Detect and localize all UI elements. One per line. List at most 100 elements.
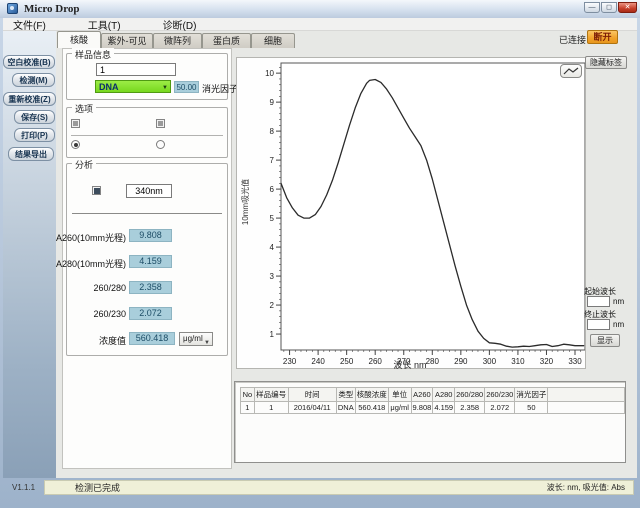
end-wavelength-input[interactable] bbox=[587, 319, 610, 330]
table-cell-0-10: 50 bbox=[515, 402, 548, 414]
window-title: Micro Drop bbox=[24, 3, 80, 15]
table-header-6: A260 bbox=[411, 388, 433, 402]
curve-tool-button[interactable] bbox=[560, 64, 582, 78]
table-cell-0-11 bbox=[548, 402, 625, 414]
sidebar-button-0[interactable]: 空白校准(B) bbox=[3, 55, 55, 69]
analysis-row-value-2: 2.358 bbox=[129, 281, 172, 294]
sample-id-input[interactable] bbox=[96, 63, 176, 76]
results-table[interactable]: No样品编号时间类型核酸浓度单位A260A280260/280260/230消光… bbox=[240, 387, 625, 414]
radio-dot-icon bbox=[74, 143, 78, 147]
sample-type-value: DNA bbox=[99, 82, 119, 92]
unit-value: μg/ml bbox=[183, 334, 203, 343]
results-table-panel: No样品编号时间类型核酸浓度单位A260A280260/280260/230消光… bbox=[234, 381, 626, 463]
table-header-2: 时间 bbox=[288, 388, 336, 402]
sidebar-button-5[interactable]: 结果导出 bbox=[8, 147, 54, 161]
sidebar-button-2[interactable]: 重新校准(Z) bbox=[3, 92, 56, 106]
svg-text:5: 5 bbox=[270, 214, 275, 223]
spectrum-chart: 1234567891023024025026027028029030031032… bbox=[237, 58, 585, 368]
sidebar-button-4[interactable]: 打印(P) bbox=[14, 128, 55, 142]
svg-text:4: 4 bbox=[270, 243, 275, 252]
check-icon bbox=[73, 121, 78, 126]
curve-icon bbox=[561, 65, 581, 77]
ref-wavelength-checkbox[interactable] bbox=[92, 186, 101, 195]
option-radio-1[interactable] bbox=[71, 140, 80, 149]
disconnect-button[interactable]: 断开 bbox=[587, 30, 618, 44]
status-bar: 检测已完成 波长: nm, 吸光值: Abs bbox=[44, 480, 634, 495]
minimize-icon[interactable]: — bbox=[584, 2, 600, 13]
show-button[interactable]: 显示 bbox=[590, 334, 620, 347]
table-header-10: 消光因子 bbox=[515, 388, 548, 402]
version-label: V1.1.1 bbox=[12, 483, 35, 492]
table-header-9: 260/230 bbox=[485, 388, 515, 402]
sample-type-dropdown[interactable]: DNA ▼ bbox=[95, 80, 171, 93]
analysis-divider bbox=[72, 213, 222, 214]
title-bar: Micro Drop — ◻ ✕ bbox=[0, 0, 640, 18]
table-header-1: 样品编号 bbox=[254, 388, 288, 402]
y-axis-label: 10mm吸光值 bbox=[240, 142, 251, 262]
svg-text:7: 7 bbox=[270, 156, 275, 165]
option-checkbox-2[interactable] bbox=[156, 119, 165, 128]
status-message: 检测已完成 bbox=[75, 481, 120, 494]
table-cell-0-5: μg/ml bbox=[388, 402, 411, 414]
sidebar: 空白校准(B) 检测(M) 重新校准(Z) 保存(S) 打印(P) 结果导出 bbox=[3, 31, 56, 478]
menu-item-0[interactable]: 文件(F) bbox=[3, 17, 56, 32]
x-axis-label: 波长 nm bbox=[360, 358, 460, 371]
table-header-7: A280 bbox=[433, 388, 455, 402]
table-header-5: 单位 bbox=[388, 388, 411, 402]
table-cell-0-4: 560.418 bbox=[355, 402, 388, 414]
table-row[interactable]: 112016/04/11DNA560.418μg/ml9.8084.1592.3… bbox=[241, 402, 625, 414]
options-title: 选项 bbox=[72, 102, 96, 115]
analysis-row-label-2: 260/280 bbox=[38, 283, 126, 293]
table-cell-0-9: 2.072 bbox=[485, 402, 515, 414]
close-icon[interactable]: ✕ bbox=[618, 2, 637, 13]
sample-info-title: 样品信息 bbox=[72, 48, 114, 61]
table-header-0: No bbox=[241, 388, 255, 402]
svg-text:300: 300 bbox=[483, 357, 497, 366]
svg-text:310: 310 bbox=[511, 357, 525, 366]
sidebar-button-1[interactable]: 检测(M) bbox=[12, 73, 55, 87]
app-icon bbox=[7, 3, 18, 14]
chevron-down-icon: ▼ bbox=[162, 83, 168, 93]
svg-text:3: 3 bbox=[270, 272, 275, 281]
analysis-title: 分析 bbox=[72, 158, 96, 171]
tab-4[interactable]: 细胞 bbox=[251, 33, 295, 48]
tab-3[interactable]: 蛋白质 bbox=[202, 33, 251, 48]
table-cell-0-8: 2.358 bbox=[455, 402, 485, 414]
svg-text:250: 250 bbox=[340, 357, 354, 366]
spectrum-chart-panel: 1234567891023024025026027028029030031032… bbox=[236, 57, 586, 369]
tab-2[interactable]: 微阵列 bbox=[153, 33, 202, 48]
extinction-factor-label: 消光因子 bbox=[202, 82, 238, 95]
option-checkbox-1[interactable] bbox=[71, 119, 80, 128]
end-unit-label: nm bbox=[613, 320, 624, 329]
analysis-row-label-3: 260/230 bbox=[38, 309, 126, 319]
options-group: 选项 bbox=[66, 107, 228, 158]
chevron-down-icon: ▼ bbox=[204, 337, 210, 349]
menu-item-2[interactable]: 诊断(D) bbox=[153, 17, 207, 32]
table-cell-0-7: 4.159 bbox=[433, 402, 455, 414]
menu-bar: 文件(F) 工具(T) 诊断(D) bbox=[3, 18, 637, 31]
tab-1[interactable]: 紫外-可见 bbox=[101, 33, 153, 48]
table-header-3: 类型 bbox=[336, 388, 355, 402]
table-header-11 bbox=[548, 388, 625, 402]
analysis-row-value-0: 9.808 bbox=[129, 229, 172, 242]
svg-text:240: 240 bbox=[311, 357, 325, 366]
menu-item-1[interactable]: 工具(T) bbox=[78, 17, 131, 32]
table-cell-0-6: 9.808 bbox=[411, 402, 433, 414]
analysis-row-label-0: A260(10mm光程) bbox=[38, 231, 126, 244]
ref-wavelength-input[interactable] bbox=[126, 184, 172, 198]
concentration-value: 560.418 bbox=[129, 332, 175, 345]
svg-text:320: 320 bbox=[540, 357, 554, 366]
table-cell-0-0: 1 bbox=[241, 402, 255, 414]
analysis-row-label-1: A280(10mm光程) bbox=[38, 257, 126, 270]
sidebar-button-3[interactable]: 保存(S) bbox=[14, 110, 55, 124]
extinction-factor-value: 50.00 bbox=[174, 81, 199, 93]
svg-text:330: 330 bbox=[568, 357, 582, 366]
option-radio-2[interactable] bbox=[156, 140, 165, 149]
tab-0[interactable]: 核酸 bbox=[57, 31, 101, 48]
unit-dropdown[interactable]: μg/ml ▼ bbox=[179, 332, 213, 346]
app-window: Micro Drop — ◻ ✕ 文件(F) 工具(T) 诊断(D) 空白校准(B)… bbox=[0, 0, 640, 508]
hide-labels-button[interactable]: 隐藏标签 bbox=[585, 56, 627, 69]
svg-text:8: 8 bbox=[270, 127, 275, 136]
maximize-icon[interactable]: ◻ bbox=[601, 2, 617, 13]
start-wavelength-input[interactable] bbox=[587, 296, 610, 307]
